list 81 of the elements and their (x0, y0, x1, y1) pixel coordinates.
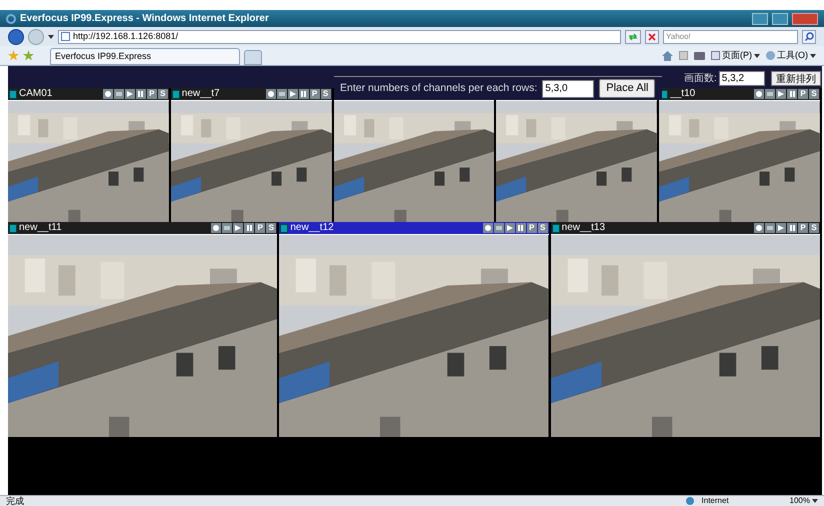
camera-control-button[interactable]: P (798, 223, 808, 233)
place-all-button[interactable]: Place All (599, 79, 656, 98)
camera-control-button[interactable]: S (320, 89, 331, 99)
record-icon[interactable] (211, 223, 222, 233)
search-icon (804, 32, 814, 41)
stop-button[interactable] (645, 30, 659, 44)
minimize-button[interactable] (752, 12, 768, 24)
channels-field-cn[interactable]: 5,3,2 (718, 70, 765, 86)
camera-icon (9, 224, 17, 232)
caret-icon[interactable] (754, 54, 760, 58)
camera-title: __t10 (670, 89, 696, 99)
layout-prompt: Enter numbers of channels per each rows: (340, 80, 538, 96)
home-icon[interactable] (662, 50, 673, 60)
camera-title: CAM01 (19, 89, 52, 99)
refresh-icon (628, 32, 638, 40)
camera-icon (9, 90, 17, 98)
record-icon[interactable] (482, 223, 493, 233)
search-field[interactable]: Yahoo! (663, 30, 798, 44)
camera-header[interactable]: new__t7 P S (170, 88, 332, 100)
camera-control-button[interactable]: S (158, 89, 168, 99)
layout-prompt-cn: 画面数: (684, 72, 717, 86)
browser-tab[interactable]: Everfocus IP99.Express (50, 48, 240, 65)
pause-icon[interactable] (244, 223, 254, 233)
page-menu[interactable]: 页面(P) (711, 48, 760, 62)
snapshot-icon[interactable] (114, 89, 124, 99)
printer-icon[interactable] (694, 52, 705, 60)
star-icon[interactable] (8, 50, 19, 61)
caret-icon[interactable] (812, 499, 818, 503)
window-title: Everfocus IP99.Express - Windows Internet Explorer (20, 12, 269, 26)
camera-control-button[interactable]: S (809, 223, 819, 233)
channels-field[interactable]: 5,3,0 (542, 80, 594, 98)
camera-header[interactable]: __t10 P S (659, 88, 820, 100)
stop-icon (648, 32, 656, 40)
tools-menu[interactable]: 工具(O) (766, 48, 816, 62)
zone-text: Internet (702, 497, 730, 505)
play-icon[interactable] (288, 89, 298, 99)
camera-control-button[interactable]: P (526, 223, 537, 233)
search-button[interactable] (802, 30, 816, 44)
camera-header[interactable]: new__t12 P S (279, 222, 549, 234)
page-icon (61, 32, 70, 41)
maximize-button[interactable] (772, 12, 788, 24)
camera-control-button[interactable]: S (809, 89, 819, 99)
pause-icon[interactable] (516, 223, 526, 233)
pause-icon[interactable] (298, 89, 309, 99)
camera-control-button[interactable]: P (310, 89, 320, 99)
status-text: 完成 (6, 496, 24, 506)
play-icon[interactable] (233, 223, 244, 233)
refresh-button[interactable] (625, 30, 641, 44)
url-text: http://192.168.1.126:8081/ (73, 30, 178, 43)
record-icon[interactable] (102, 89, 113, 99)
dropdown-icon[interactable] (48, 34, 54, 38)
camera-title: new__t7 (182, 89, 220, 99)
back-button[interactable] (8, 28, 24, 44)
camera-header[interactable]: new__t11 P S (8, 222, 278, 234)
play-icon[interactable] (504, 223, 515, 233)
camera-control-button[interactable]: S (266, 223, 276, 233)
play-icon[interactable] (124, 89, 135, 99)
camera-header[interactable]: new__t13 P S (550, 222, 820, 234)
camera-icon (552, 224, 560, 232)
camera-control-button[interactable]: S (538, 223, 548, 233)
zoom-control[interactable]: 100% (790, 497, 818, 505)
camera-title: new__t11 (19, 223, 62, 233)
camera-control-button[interactable]: P (798, 89, 808, 99)
camera-title: new__t13 (562, 223, 606, 233)
browser-logo-icon (6, 14, 16, 24)
rearrange-button[interactable]: 重新排列 (770, 70, 821, 86)
add-star-icon[interactable] (23, 50, 34, 61)
pause-icon[interactable] (136, 89, 146, 99)
camera-icon (172, 90, 180, 98)
snapshot-icon[interactable] (276, 89, 287, 99)
camera-control-button[interactable]: P (255, 223, 266, 233)
camera-title: new__t12 (290, 223, 334, 233)
address-field[interactable]: http://192.168.1.126:8081/ (58, 30, 621, 44)
caret-icon[interactable] (810, 54, 816, 58)
camera-icon (280, 224, 288, 232)
record-icon[interactable] (266, 89, 276, 99)
camera-header[interactable]: CAM01 P S (8, 88, 169, 100)
snapshot-icon[interactable] (222, 223, 232, 233)
snapshot-icon[interactable] (494, 223, 504, 233)
globe-icon (686, 497, 694, 505)
camera-control-button[interactable]: P (146, 89, 157, 99)
